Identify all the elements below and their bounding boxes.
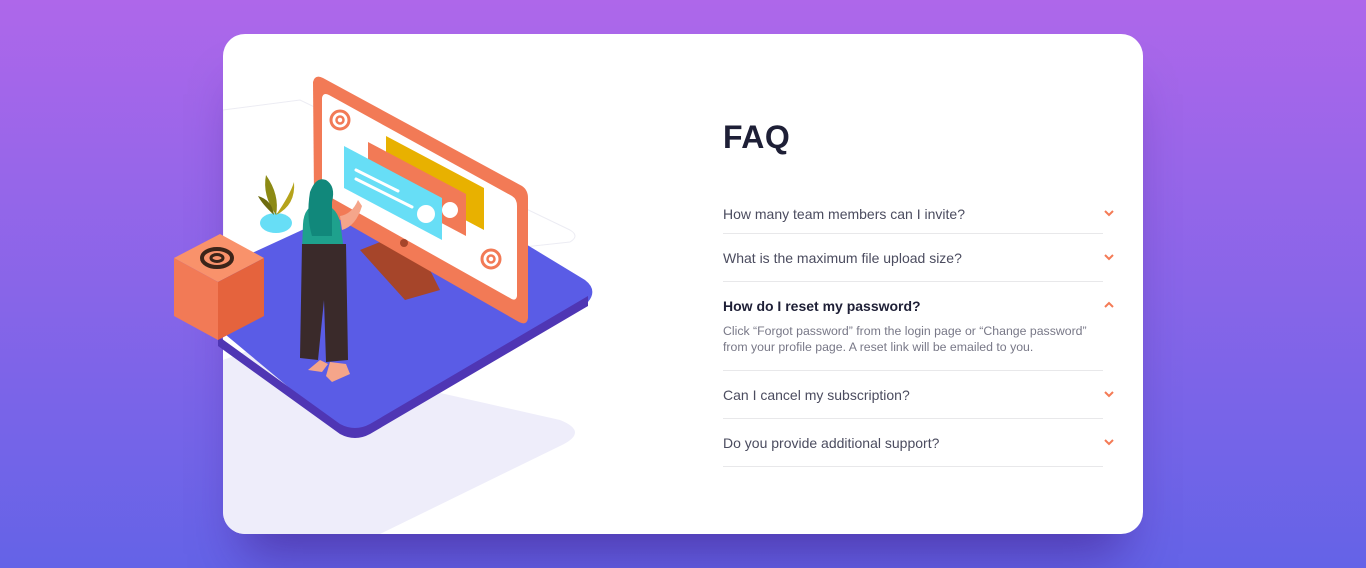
chevron-down-icon[interactable] xyxy=(1103,208,1115,218)
faq-item[interactable]: What is the maximum file upload size? xyxy=(723,234,1114,282)
chevron-down-icon[interactable] xyxy=(1103,252,1115,262)
faq-answer: Click “Forgot password” from the login p… xyxy=(723,324,1087,354)
faq-question[interactable]: How do I reset my password? xyxy=(723,282,1103,329)
chevron-down-icon[interactable] xyxy=(1103,437,1115,447)
faq-question[interactable]: Do you provide additional support? xyxy=(723,419,1103,466)
faq-item-open[interactable]: How do I reset my password? Click “Forgo… xyxy=(723,282,1114,371)
faq-question[interactable]: How many team members can I invite? xyxy=(723,194,1103,233)
faq-list: How many team members can I invite? What… xyxy=(723,194,1115,467)
faq-item[interactable]: Can I cancel my subscription? xyxy=(723,371,1114,419)
faq-question[interactable]: What is the maximum file upload size? xyxy=(723,234,1103,281)
faq-question[interactable]: Can I cancel my subscription? xyxy=(723,371,1103,418)
faq-item[interactable]: How many team members can I invite? xyxy=(723,194,1114,234)
faq-section: FAQ How many team members can I invite? … xyxy=(723,110,1115,467)
faq-title: FAQ xyxy=(723,119,791,155)
chevron-down-icon[interactable] xyxy=(1103,389,1115,399)
chevron-up-icon[interactable] xyxy=(1103,300,1115,310)
faq-item[interactable]: Do you provide additional support? xyxy=(723,419,1114,467)
